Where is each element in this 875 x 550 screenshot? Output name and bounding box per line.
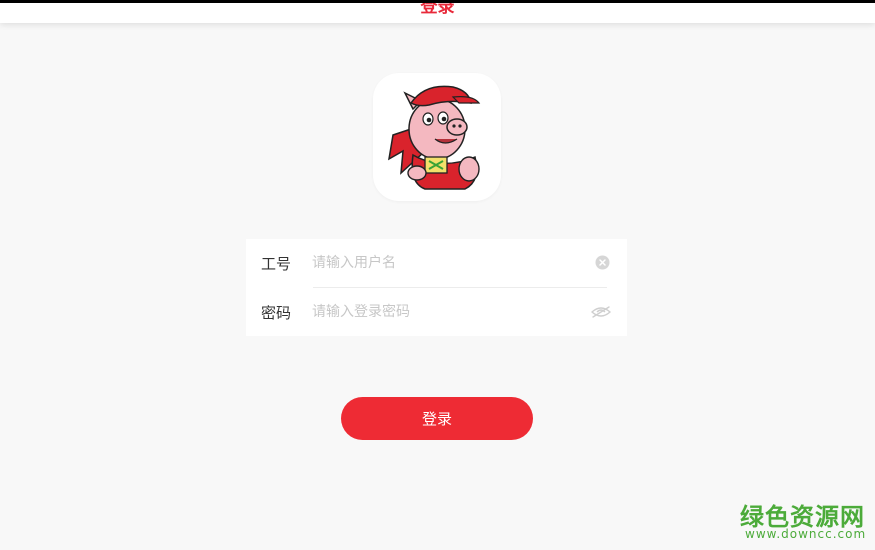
username-input[interactable]: [312, 251, 582, 275]
watermark-url: www.downcc.com: [745, 527, 867, 541]
password-row: 密码: [246, 288, 627, 336]
username-label: 工号: [261, 255, 292, 273]
nav-header: 登录: [0, 3, 875, 23]
clear-icon[interactable]: [595, 255, 610, 270]
page-title: 登录: [420, 3, 455, 17]
password-label: 密码: [261, 304, 292, 322]
password-input[interactable]: [312, 300, 582, 324]
eye-closed-icon[interactable]: [591, 305, 611, 319]
username-row: 工号: [246, 239, 627, 287]
login-form: 工号 密码: [246, 239, 627, 336]
login-screen: 登录 工号 请输入用户名 密码 登录 绿色资源网 www.downcc.com: [0, 0, 875, 550]
app-logo: [373, 73, 501, 201]
login-button[interactable]: 登录: [341, 397, 533, 440]
pig-mascot-icon: [388, 85, 481, 190]
